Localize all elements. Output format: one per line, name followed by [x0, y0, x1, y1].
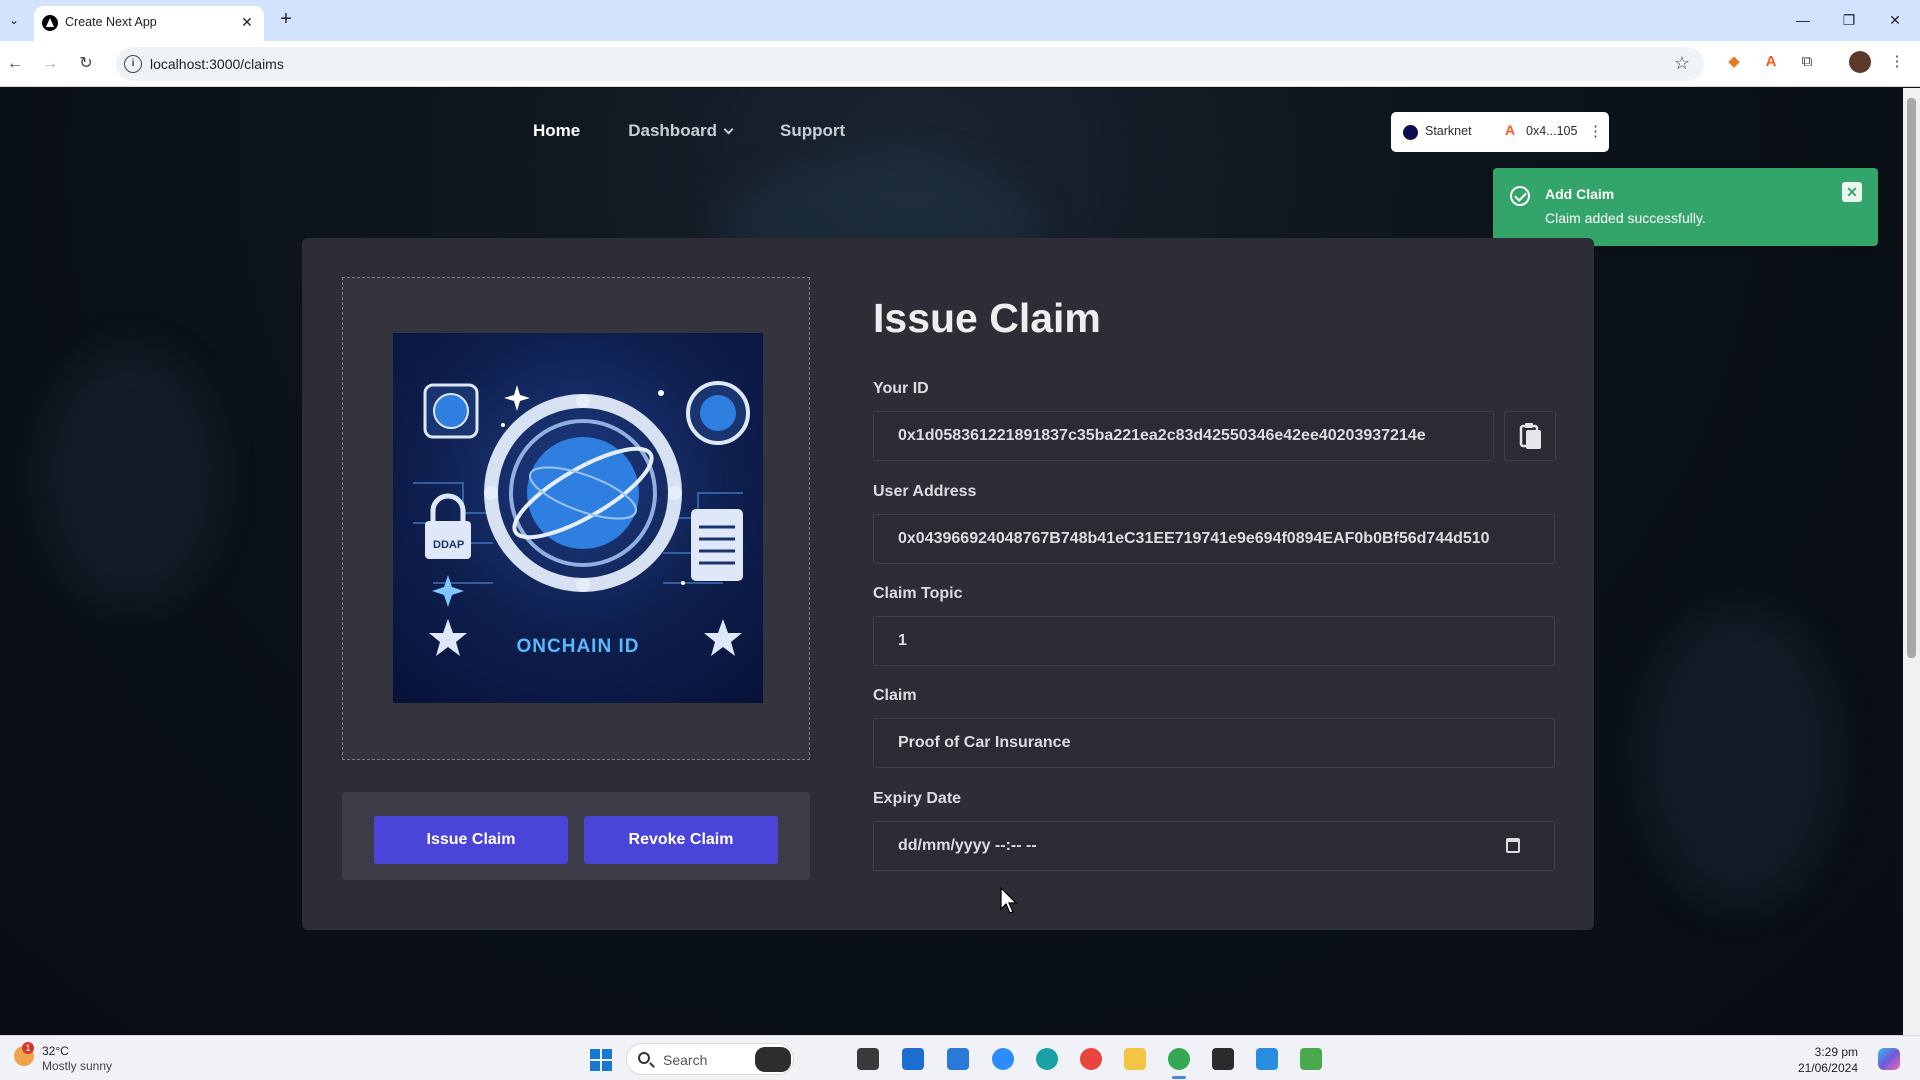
copilot-icon[interactable] [1878, 1048, 1900, 1070]
argent-icon: A [1505, 122, 1516, 138]
toast-close-icon[interactable]: ✕ [1842, 182, 1862, 202]
clock-time[interactable]: 3:29 pm [1815, 1045, 1858, 1059]
success-toast: Add Claim Claim added successfully. ✕ [1493, 168, 1878, 246]
page-viewport: Home Dashboard Support Starknet A 0x4...… [0, 88, 1903, 1035]
image-frame: DDAP ONCHAIN ID [342, 277, 810, 760]
search-icon [638, 1052, 650, 1064]
url-text[interactable]: localhost:3000/claims [150, 56, 284, 72]
claim-label: Claim [873, 687, 917, 704]
windows-taskbar: 1 32°C Mostly sunny Search 3:29 pm 21/06… [0, 1035, 1920, 1080]
nextjs-favicon-icon [42, 15, 58, 31]
browser-menu-icon[interactable]: ⋮ [1887, 52, 1907, 72]
restore-icon[interactable]: ❐ [1834, 9, 1864, 31]
main-nav: Home Dashboard Support [533, 121, 845, 141]
clipboard-icon [1519, 423, 1541, 449]
chrome-canary-icon[interactable] [1080, 1048, 1102, 1070]
page-scrollbar[interactable] [1903, 88, 1920, 1035]
claim-topic-value[interactable]: 1 [898, 632, 907, 650]
calendar-icon[interactable] [1506, 838, 1520, 853]
user-address-label: User Address [873, 483, 977, 500]
extensions-puzzle-icon[interactable]: ⧉ [1797, 52, 1817, 72]
minimize-icon[interactable]: — [1788, 9, 1818, 31]
mail-icon[interactable] [947, 1048, 969, 1070]
weather-temperature[interactable]: 32°C [42, 1044, 69, 1058]
microsoft-store-icon[interactable] [902, 1048, 924, 1070]
user-address-field[interactable]: 0x043966924048767B748b41eC31EE719741e9e6… [873, 514, 1555, 564]
form-title: Issue Claim [873, 295, 1101, 341]
revoke-claim-button[interactable]: Revoke Claim [584, 816, 778, 864]
metamask-extension-icon[interactable]: ◆ [1724, 52, 1744, 72]
nav-home[interactable]: Home [533, 121, 580, 141]
reload-icon[interactable]: ↻ [75, 53, 97, 75]
claim-topic-label: Claim Topic [873, 585, 963, 602]
claim-value[interactable]: Proof of Car Insurance [898, 734, 1070, 752]
your-id-value[interactable]: 0x1d058361221891837c35ba221ea2c83d425503… [898, 427, 1426, 445]
onchain-id-logo: DDAP ONCHAIN ID [393, 333, 763, 703]
logo-badge-text: DDAP [433, 539, 465, 551]
forward-arrow-icon[interactable]: → [39, 53, 61, 75]
clock-date[interactable]: 21/06/2024 [1798, 1061, 1858, 1075]
chrome-icon[interactable] [1168, 1048, 1190, 1070]
user-address-value[interactable]: 0x043966924048767B748b41eC31EE719741e9e6… [898, 530, 1490, 548]
search-highlight-icon [755, 1047, 791, 1072]
search-placeholder[interactable]: Search [663, 1052, 707, 1068]
browser-toolbar: ← → ↻ i localhost:3000/claims ☆ [0, 41, 1920, 87]
taskbar-search[interactable]: Search [626, 1043, 794, 1075]
weather-description[interactable]: Mostly sunny [42, 1059, 112, 1073]
wallet-widget[interactable]: Starknet A 0x4...105 ⋮ [1391, 112, 1609, 152]
mouse-cursor-icon [1000, 887, 1018, 914]
address-bar[interactable]: i localhost:3000/claims ☆ [116, 47, 1704, 81]
browser-tab[interactable]: Create Next App ✕ [34, 6, 264, 41]
window-close-icon[interactable]: ✕ [1880, 9, 1910, 31]
wallet-address[interactable]: 0x4...105 [1526, 124, 1577, 138]
issue-claim-card: DDAP ONCHAIN ID Issue Claim Revoke Claim… [302, 238, 1594, 930]
zoom-icon[interactable] [992, 1048, 1014, 1070]
chevron-down-icon[interactable] [723, 124, 734, 135]
back-arrow-icon[interactable]: ← [4, 53, 26, 75]
more-vertical-icon[interactable]: ⋮ [1588, 122, 1603, 140]
action-button-panel: Issue Claim Revoke Claim [342, 792, 810, 880]
new-tab-plus-icon[interactable]: + [275, 8, 297, 30]
background-glow [1640, 608, 1840, 908]
site-info-icon[interactable]: i [124, 55, 142, 73]
nav-dashboard-label[interactable]: Dashboard [628, 121, 717, 140]
bookmark-star-icon[interactable]: ☆ [1674, 53, 1690, 74]
your-id-field[interactable]: 0x1d058361221891837c35ba221ea2c83d425503… [873, 411, 1494, 461]
weather-alert-badge: 1 [22, 1042, 34, 1054]
wallet-network[interactable]: Starknet [1425, 124, 1472, 138]
expiry-date-label: Expiry Date [873, 790, 962, 807]
tab-search-chevron-icon[interactable]: ⌄ [4, 10, 24, 30]
nav-support[interactable]: Support [780, 121, 845, 141]
active-app-indicator [1172, 1076, 1186, 1079]
toast-title: Add Claim [1545, 186, 1615, 202]
task-view-icon[interactable] [857, 1048, 879, 1070]
browser-tab-bar: ⌄ Create Next App ✕ + — ❐ ✕ [0, 0, 1920, 41]
your-id-label: Your ID [873, 380, 929, 397]
tab-title: Create Next App [65, 15, 157, 29]
issue-claim-button[interactable]: Issue Claim [374, 816, 568, 864]
logo-text: ONCHAIN ID [516, 636, 640, 657]
argent-extension-icon[interactable]: A [1761, 52, 1781, 72]
claim-field[interactable]: Proof of Car Insurance [873, 718, 1555, 768]
edge-icon[interactable] [1036, 1048, 1058, 1070]
profile-avatar[interactable] [1849, 51, 1871, 73]
scrollbar-thumb[interactable] [1907, 98, 1916, 658]
expiry-date-field[interactable]: dd/mm/yyyy --:-- -- [873, 821, 1555, 871]
tab-close-icon[interactable]: ✕ [238, 13, 256, 31]
background-glow [40, 348, 220, 608]
windows-start-icon[interactable] [590, 1049, 612, 1071]
sheet-app-icon[interactable] [1300, 1048, 1322, 1070]
starknet-icon [1403, 125, 1418, 140]
toast-message: Claim added successfully. [1545, 210, 1706, 226]
terminal-icon[interactable] [1212, 1048, 1234, 1070]
nav-dashboard[interactable]: Dashboard [628, 121, 734, 141]
file-explorer-icon[interactable] [1124, 1048, 1146, 1070]
claim-topic-field[interactable]: 1 [873, 616, 1555, 666]
copy-id-button[interactable] [1504, 411, 1556, 461]
expiry-date-value[interactable]: dd/mm/yyyy --:-- -- [898, 837, 1037, 855]
check-circle-icon [1510, 186, 1530, 206]
vscode-icon[interactable] [1256, 1048, 1278, 1070]
